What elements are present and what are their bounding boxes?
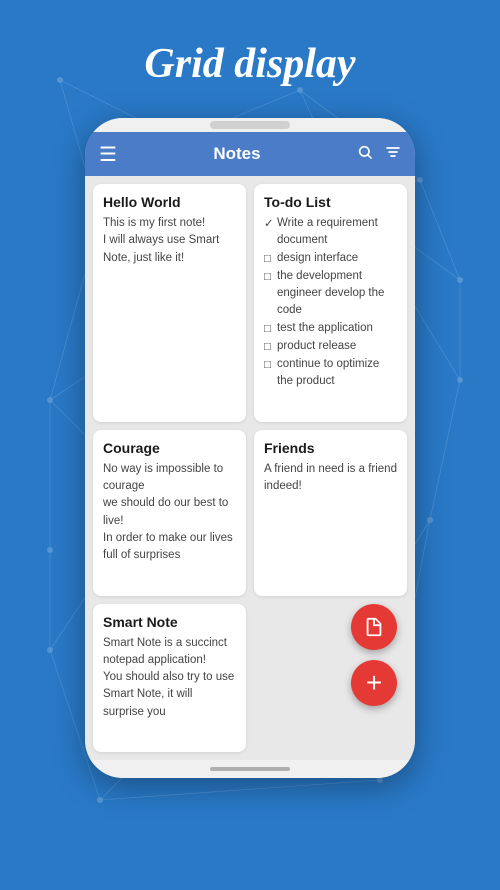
note-card-hello-world[interactable]: Hello World This is my first note! I wil… <box>93 184 246 422</box>
app-bar-icons <box>357 144 401 165</box>
note-title-hello-world: Hello World <box>103 194 236 210</box>
phone-notch <box>210 121 290 129</box>
add-icon: + <box>366 669 382 697</box>
todo-text-4: product release <box>277 338 356 355</box>
todo-text-1: design interface <box>277 250 358 267</box>
todo-item-5: □ continue to optimize the product <box>264 356 397 391</box>
todo-check-2: □ <box>264 269 274 286</box>
todo-item-1: □ design interface <box>264 250 397 268</box>
fab-add-button[interactable]: + <box>351 660 397 706</box>
todo-items: ✓ Write a requirement document □ design … <box>264 215 397 391</box>
todo-check-3: □ <box>264 321 274 338</box>
todo-check-5: □ <box>264 357 274 374</box>
fab-area: + <box>351 604 397 706</box>
note-card-courage[interactable]: Courage No way is impossible to courage … <box>93 430 246 596</box>
todo-check-0: ✓ <box>264 216 274 233</box>
todo-text-3: test the application <box>277 320 373 337</box>
todo-text-0: Write a requirement document <box>277 215 397 250</box>
note-body-friends: A friend in need is a friend indeed! <box>264 461 397 496</box>
note-body-courage: No way is impossible to courage we shoul… <box>103 461 236 565</box>
todo-item-0: ✓ Write a requirement document <box>264 215 397 250</box>
fab-doc-button[interactable] <box>351 604 397 650</box>
app-bar-title: Notes <box>127 144 347 164</box>
todo-item-2: □ the development engineer develop the c… <box>264 268 397 320</box>
note-title-friends: Friends <box>264 440 397 456</box>
phone-notch-area <box>85 118 415 132</box>
todo-check-1: □ <box>264 251 274 268</box>
page-title: Grid display <box>0 0 500 118</box>
home-indicator <box>210 767 290 771</box>
note-title-todo: To-do List <box>264 194 397 210</box>
phone-screen: ☰ Notes <box>85 118 415 778</box>
phone-bottom-bar <box>85 760 415 778</box>
filter-icon[interactable] <box>385 144 401 165</box>
phone-mockup: ☰ Notes <box>0 118 500 778</box>
todo-item-4: □ product release <box>264 338 397 356</box>
todo-text-5: continue to optimize the product <box>277 356 397 391</box>
note-card-todo[interactable]: To-do List ✓ Write a requirement documen… <box>254 184 407 422</box>
note-title-smart-note: Smart Note <box>103 614 236 630</box>
todo-item-3: □ test the application <box>264 320 397 338</box>
note-body-hello-world: This is my first note! I will always use… <box>103 215 236 267</box>
note-title-courage: Courage <box>103 440 236 456</box>
menu-icon[interactable]: ☰ <box>99 142 117 167</box>
todo-check-4: □ <box>264 339 274 356</box>
search-icon[interactable] <box>357 144 373 165</box>
todo-text-2: the development engineer develop the cod… <box>277 268 397 320</box>
note-body-smart-note: Smart Note is a succinct notepad applica… <box>103 635 236 721</box>
note-card-friends[interactable]: Friends A friend in need is a friend ind… <box>254 430 407 596</box>
note-card-smart-note[interactable]: Smart Note Smart Note is a succinct note… <box>93 604 246 753</box>
app-bar: ☰ Notes <box>85 132 415 176</box>
